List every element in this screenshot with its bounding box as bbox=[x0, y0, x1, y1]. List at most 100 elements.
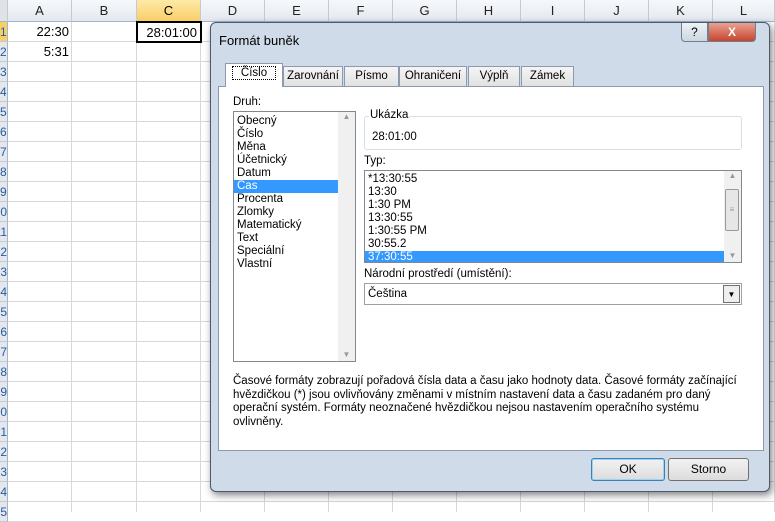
description-text: Časové formáty zobrazují pořadová čísla … bbox=[233, 375, 737, 428]
sample-group bbox=[364, 116, 742, 150]
tab-2[interactable]: Písmo bbox=[344, 66, 399, 87]
format-cells-dialog: Formát buněk ? X Číslo Zarovnání Písmo Ohra… bbox=[210, 22, 770, 492]
tab-3[interactable]: Ohraničení bbox=[399, 66, 467, 87]
column-header-f[interactable]: F bbox=[329, 0, 393, 22]
tab-label: Písmo bbox=[355, 70, 388, 82]
row-header[interactable]: 2 bbox=[0, 42, 8, 62]
column-header-k[interactable]: K bbox=[649, 0, 713, 22]
ok-button[interactable]: OK bbox=[591, 458, 665, 481]
grid-line bbox=[71, 22, 72, 512]
locale-select[interactable]: Čeština ▼ bbox=[364, 283, 742, 305]
type-scrollbar[interactable]: ▲ ≡ ▼ bbox=[724, 171, 741, 262]
row-header[interactable]: 23 bbox=[0, 462, 8, 482]
column-header-c[interactable]: C bbox=[137, 0, 201, 22]
category-scrollbar[interactable]: ▲ ▼ bbox=[338, 112, 355, 361]
chevron-down-icon[interactable]: ▼ bbox=[723, 285, 740, 303]
tab-label: Zarovnání bbox=[287, 70, 339, 82]
cell-a1[interactable]: 22:30 bbox=[8, 22, 72, 42]
row-header[interactable]: 18 bbox=[0, 362, 8, 382]
type-item[interactable]: 1:30:55 PM bbox=[365, 225, 724, 238]
column-header-a[interactable]: A bbox=[8, 0, 72, 22]
scroll-up-icon[interactable]: ▲ bbox=[338, 112, 355, 121]
scroll-down-icon[interactable]: ▼ bbox=[338, 350, 355, 359]
row-header[interactable]: 1 bbox=[0, 22, 8, 42]
category-item[interactable]: Text bbox=[234, 232, 355, 245]
category-item[interactable]: Účetnický bbox=[234, 154, 355, 167]
grid-line bbox=[200, 22, 201, 512]
row-header[interactable]: 9 bbox=[0, 182, 8, 202]
close-icon: X bbox=[727, 25, 736, 39]
grid-line bbox=[8, 501, 775, 502]
category-item[interactable]: Obecný bbox=[234, 115, 355, 128]
sample-label: Ukázka bbox=[369, 109, 410, 121]
row-header[interactable]: 6 bbox=[0, 122, 8, 142]
column-header-l[interactable]: L bbox=[713, 0, 775, 22]
category-item[interactable]: Číslo bbox=[234, 128, 355, 141]
tab-4[interactable]: Výplň bbox=[468, 66, 520, 87]
row-header[interactable]: 8 bbox=[0, 162, 8, 182]
row-header[interactable]: 13 bbox=[0, 262, 8, 282]
scroll-up-icon[interactable]: ▲ bbox=[724, 171, 741, 180]
close-button[interactable]: X bbox=[708, 23, 756, 42]
column-header-j[interactable]: J bbox=[585, 0, 649, 22]
tab-0[interactable]: Číslo bbox=[225, 63, 283, 87]
row-header[interactable]: 17 bbox=[0, 342, 8, 362]
row-header[interactable]: 24 bbox=[0, 482, 8, 502]
number-tab-panel: Druh: Obecný Číslo Měna Účetnický Datum Čas Pr… bbox=[218, 86, 764, 451]
tab-label: Zámek bbox=[529, 70, 566, 82]
scroll-down-icon[interactable]: ▼ bbox=[724, 251, 741, 260]
help-icon: ? bbox=[691, 25, 698, 39]
row-header[interactable]: 16 bbox=[0, 322, 8, 342]
tab-label: Číslo bbox=[231, 66, 277, 80]
row-header[interactable]: 21 bbox=[0, 422, 8, 442]
type-item[interactable]: 13:30:55 bbox=[365, 212, 724, 225]
row-header[interactable]: 14 bbox=[0, 282, 8, 302]
tab-5[interactable]: Zámek bbox=[521, 66, 574, 87]
category-label: Druh: bbox=[233, 96, 262, 108]
row-header[interactable]: 12 bbox=[0, 242, 8, 262]
type-item[interactable]: 13:30 bbox=[365, 186, 724, 199]
row-header[interactable]: 7 bbox=[0, 142, 8, 162]
cell-c1-selected[interactable]: 28:01:00 bbox=[136, 21, 202, 43]
row-header[interactable]: 22 bbox=[0, 442, 8, 462]
row-header[interactable]: 11 bbox=[0, 222, 8, 242]
help-button[interactable]: ? bbox=[681, 23, 708, 42]
row-header[interactable]: 5 bbox=[0, 102, 8, 122]
type-list[interactable]: *13:30:55 13:30 1:30 PM 13:30:55 1:30:55 PM 3… bbox=[364, 170, 742, 263]
type-item[interactable]: 37:30:55 bbox=[365, 251, 724, 262]
category-item[interactable]: Procenta bbox=[234, 193, 355, 206]
category-list[interactable]: Obecný Číslo Měna Účetnický Datum Čas Procenta… bbox=[233, 111, 356, 362]
type-item[interactable]: *13:30:55 bbox=[365, 173, 724, 186]
row-header[interactable]: 3 bbox=[0, 62, 8, 82]
column-header-e[interactable]: E bbox=[265, 0, 329, 22]
dialog-title: Formát buněk bbox=[219, 33, 300, 48]
row-header[interactable]: 10 bbox=[0, 202, 8, 222]
scroll-thumb[interactable]: ≡ bbox=[725, 189, 739, 231]
row-header[interactable]: 25 bbox=[0, 502, 8, 522]
tab-1[interactable]: Zarovnání bbox=[283, 66, 343, 87]
category-item[interactable]: Speciální bbox=[234, 245, 355, 258]
column-header-h[interactable]: H bbox=[457, 0, 521, 22]
category-item[interactable]: Měna bbox=[234, 141, 355, 154]
row-header[interactable]: 15 bbox=[0, 302, 8, 322]
type-item[interactable]: 30:55.2 bbox=[365, 238, 724, 251]
column-header-i[interactable]: I bbox=[521, 0, 585, 22]
sample-value: 28:01:00 bbox=[372, 131, 417, 143]
row-header[interactable]: 20 bbox=[0, 402, 8, 422]
category-item[interactable]: Čas bbox=[234, 180, 355, 193]
column-header-b[interactable]: B bbox=[72, 0, 137, 22]
tab-label: Výplň bbox=[479, 70, 509, 82]
category-item[interactable]: Zlomky bbox=[234, 206, 355, 219]
cell-a2[interactable]: 5:31 bbox=[8, 42, 72, 62]
select-all-corner[interactable] bbox=[0, 0, 8, 22]
row-header[interactable]: 4 bbox=[0, 82, 8, 102]
column-header-d[interactable]: D bbox=[201, 0, 265, 22]
column-header-g[interactable]: G bbox=[393, 0, 457, 22]
grid-line bbox=[136, 22, 137, 512]
cancel-button[interactable]: Storno bbox=[668, 458, 749, 481]
category-item[interactable]: Matematický bbox=[234, 219, 355, 232]
type-item[interactable]: 1:30 PM bbox=[365, 199, 724, 212]
row-header[interactable]: 19 bbox=[0, 382, 8, 402]
category-item[interactable]: Datum bbox=[234, 167, 355, 180]
category-item[interactable]: Vlastní bbox=[234, 258, 355, 271]
